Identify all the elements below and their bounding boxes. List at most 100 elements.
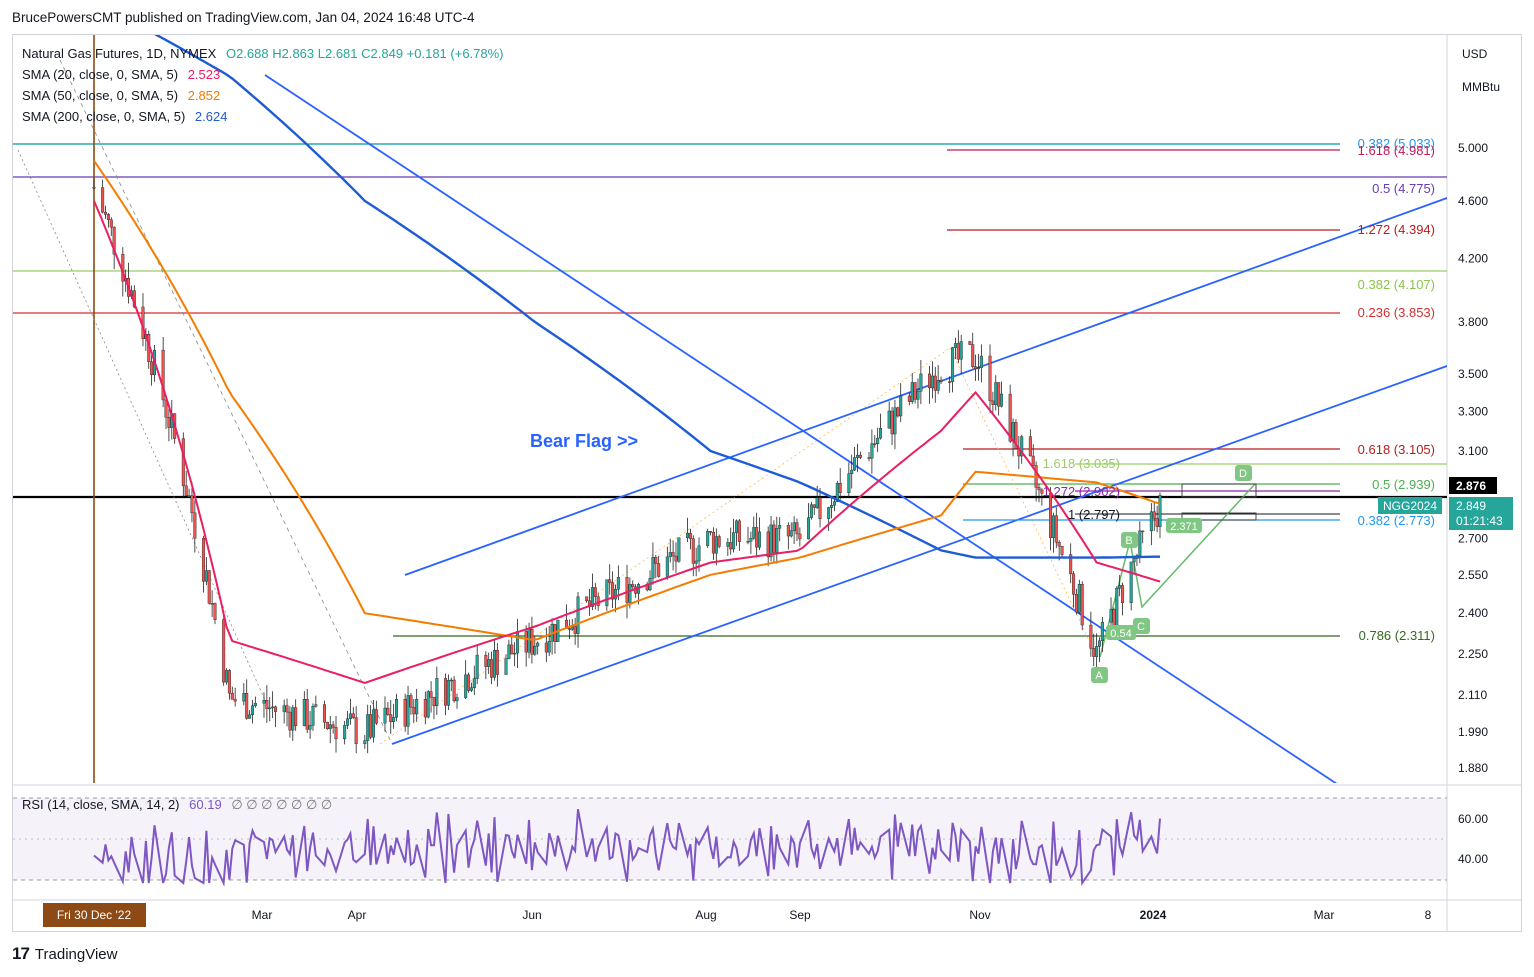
candle (847, 473, 851, 493)
candle (576, 596, 580, 634)
candle (694, 560, 698, 564)
candle (282, 705, 286, 712)
sma200-label: SMA (200, close, 0, SMA, 5) (22, 109, 186, 124)
candle (495, 650, 499, 675)
candle (516, 631, 520, 654)
legend-symbol-row: Natural Gas Futures, 1D, NYMEX O2.688 H2… (22, 46, 504, 61)
candle (939, 379, 943, 382)
candle (201, 537, 205, 582)
candle (475, 654, 479, 679)
price-tick: 1.990 (1458, 725, 1488, 739)
candle (1141, 530, 1145, 533)
candle (850, 469, 854, 474)
candle (513, 652, 517, 655)
candle (389, 714, 393, 722)
fib-label-2311: 0.786 (2.311) (1359, 628, 1435, 643)
candle (714, 536, 718, 554)
candle (184, 485, 188, 496)
candle (227, 670, 231, 694)
candle (374, 709, 378, 724)
candle (948, 381, 952, 383)
candle (936, 379, 940, 391)
fib-labels: 0.382 (5.033) 1.618 (4.981) 0.5 (4.775) … (1043, 136, 1435, 643)
point-a-label: A (1095, 670, 1103, 682)
candle (573, 626, 577, 634)
candle (691, 538, 695, 564)
candle (348, 713, 352, 719)
candle (1031, 455, 1035, 466)
candle (1000, 393, 1004, 407)
symbol-tag: NGG2024 (1383, 499, 1437, 513)
candle (109, 219, 113, 228)
time-label-mar-2024: Mar (1314, 908, 1335, 922)
date-cursor-label: Fri 30 Dec '22 (57, 908, 132, 922)
candle (608, 579, 612, 583)
candle (409, 695, 413, 708)
price-tick: 3.300 (1458, 404, 1488, 418)
candle (288, 711, 292, 731)
fib-label-3105: 0.618 (3.105) (1358, 442, 1435, 457)
time-label-apr: Apr (348, 908, 367, 922)
candle (671, 552, 675, 557)
candle (1121, 585, 1125, 603)
candle (1092, 648, 1096, 657)
candle (1115, 588, 1119, 627)
countdown: 01:21:43 (1456, 514, 1503, 528)
candle (507, 644, 511, 659)
candle (734, 520, 738, 533)
candle (737, 520, 741, 542)
price-tick: 2.110 (1458, 688, 1487, 702)
candle (795, 522, 799, 535)
candle (484, 654, 488, 667)
price-tick: 2.400 (1458, 606, 1488, 620)
price-tick: 2.550 (1458, 568, 1488, 582)
candle (815, 497, 819, 508)
candle (1112, 609, 1116, 627)
candle (709, 531, 713, 533)
sma50-value: 2.852 (187, 88, 221, 103)
candle (916, 391, 920, 400)
candle (455, 697, 459, 702)
candle (876, 437, 880, 445)
candle (890, 410, 894, 435)
candle (250, 705, 254, 716)
time-axis[interactable]: Mar Apr Jun Aug Sep Nov 2024 Mar 8 Fri 3… (43, 903, 1432, 927)
candle (210, 603, 214, 605)
candles (92, 178, 1162, 754)
sma20-value: 2.523 (187, 67, 221, 82)
candle (1132, 558, 1136, 563)
candle (354, 717, 358, 744)
candle (697, 545, 701, 562)
candle (265, 700, 269, 709)
candle (386, 707, 390, 715)
candle (991, 400, 995, 405)
candle (291, 707, 295, 731)
candle (245, 693, 249, 719)
point-d-label: D (1239, 468, 1247, 480)
candle (988, 355, 992, 402)
symbol-name: Natural Gas Futures, 1D, NYMEX (22, 46, 217, 61)
candle (789, 530, 793, 537)
candle (879, 428, 883, 439)
candle (654, 557, 658, 564)
unit-label: MMBtu (1462, 80, 1500, 94)
candle (1109, 609, 1113, 623)
candle (268, 707, 272, 710)
candle (769, 524, 773, 558)
candle (242, 693, 246, 702)
candle (406, 695, 410, 727)
candle (371, 709, 375, 738)
candle (807, 517, 811, 540)
candle (248, 714, 252, 719)
candle (1158, 495, 1162, 527)
candle (443, 678, 447, 706)
price-chart[interactable]: Bear Flag >> A B C D 0.54 2.371 0.382 (5… (0, 0, 1534, 977)
candle (605, 579, 609, 607)
candle (585, 596, 589, 601)
candle (92, 187, 96, 189)
candle (775, 528, 779, 553)
candle (717, 536, 721, 547)
tradingview-footer: 17 TradingView (12, 944, 118, 963)
candle (786, 524, 790, 537)
candle (426, 691, 430, 718)
